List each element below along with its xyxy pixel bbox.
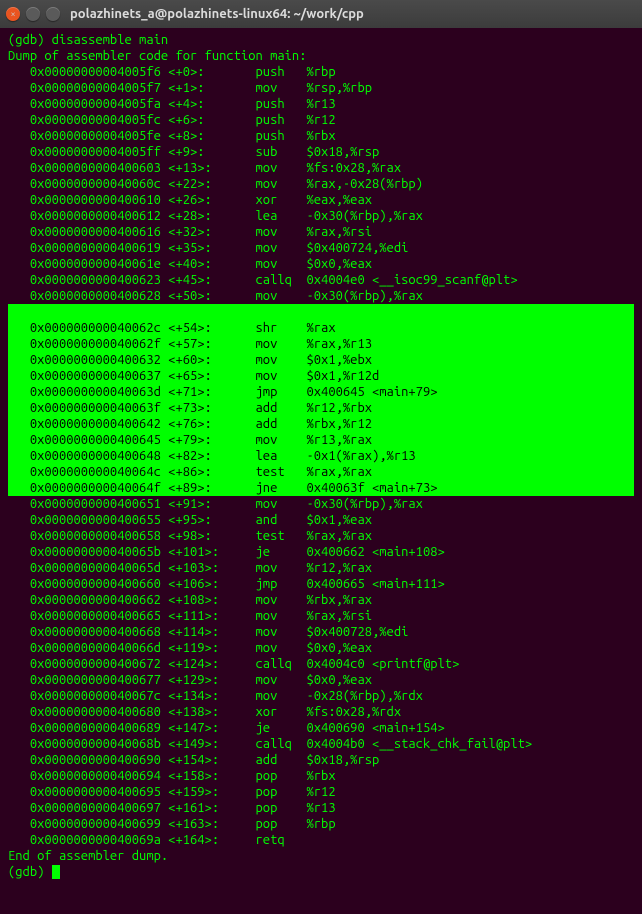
close-icon[interactable]: × <box>6 7 20 21</box>
cursor <box>52 865 60 879</box>
minimize-icon[interactable] <box>26 7 40 21</box>
titlebar: × polazhinets_a@polazhinets-linux64: ~/w… <box>0 0 642 28</box>
terminal-viewport[interactable]: (gdb) disassemble main Dump of assembler… <box>0 28 642 914</box>
maximize-icon[interactable] <box>46 7 60 21</box>
terminal-window: × polazhinets_a@polazhinets-linux64: ~/w… <box>0 0 642 914</box>
window-buttons: × <box>6 7 60 21</box>
terminal-output: (gdb) disassemble main Dump of assembler… <box>8 32 634 880</box>
window-title: polazhinets_a@polazhinets-linux64: ~/wor… <box>70 6 364 22</box>
